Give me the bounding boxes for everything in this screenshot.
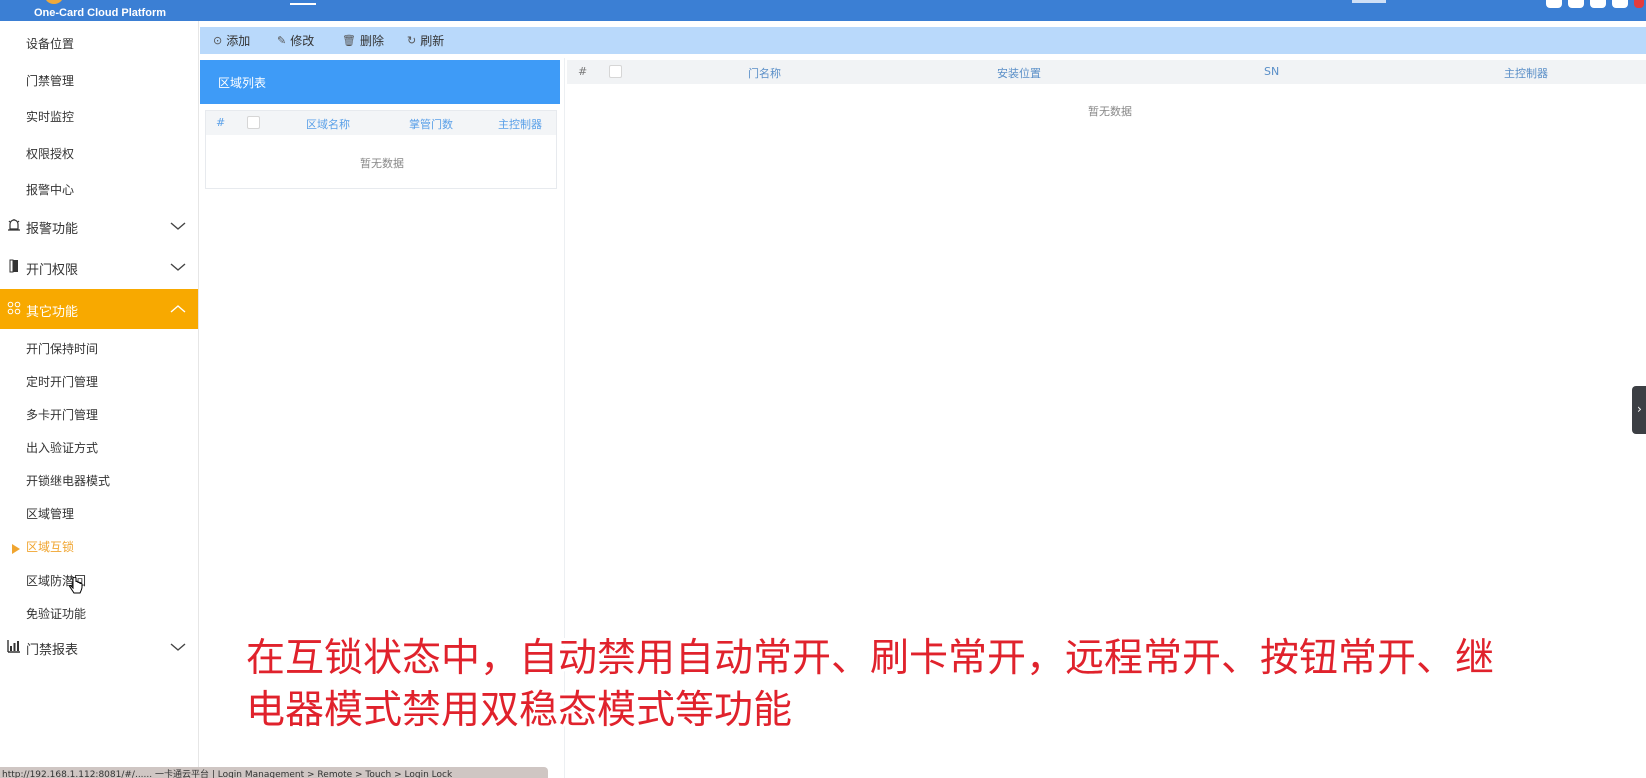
col-index: # (578, 65, 588, 78)
sidebar-item-relay-mode[interactable]: 开锁继电器模式 (26, 472, 110, 489)
area-list-title: 区域列表 (218, 76, 267, 90)
sidebar-item-timed-open[interactable]: 定时开门管理 (26, 373, 98, 390)
sidebar-group-other-functions[interactable]: 其它功能 (0, 289, 198, 329)
select-all-checkbox[interactable] (247, 116, 260, 129)
grid-icon (7, 301, 21, 315)
sidebar-group-label: 开门权限 (26, 263, 79, 278)
sidebar-item-access-verify-mode[interactable]: 出入验证方式 (26, 439, 98, 456)
sidebar-group-access-reports[interactable]: 门禁报表 (0, 627, 198, 667)
brand-logo-icon (44, 0, 64, 4)
sidebar-item-verify-free[interactable]: 免验证功能 (26, 605, 86, 622)
video-subtitle: 在互锁状态中，自动禁用自动常开、刷卡常开，远程常开、按钮常开、继 电器模式禁用双… (246, 633, 1566, 737)
help-icon[interactable] (1568, 0, 1584, 8)
col-area-name[interactable]: 区域名称 (306, 116, 350, 132)
add-button-label: 添加 (226, 34, 251, 48)
chevron-right-icon: › (1637, 402, 1642, 416)
area-table-header: # 区域名称 掌管门数 主控制器 (206, 111, 556, 135)
hand-cursor-icon (69, 577, 83, 594)
top-nav-active-indicator (290, 3, 316, 5)
trash-icon: 🗑 (342, 34, 356, 47)
sidebar-item-permission-grant[interactable]: 权限授权 (26, 145, 74, 162)
subtitle-line-2: 电器模式禁用双稳态模式等功能 (246, 688, 793, 733)
sidebar-item-area-interlock[interactable]: 区域互锁 (26, 538, 74, 555)
action-toolbar: ⊙ 添加 ✎ 修改 🗑 删除 ↻ 刷新 (200, 27, 1646, 54)
sidebar-item-device-location[interactable]: 设备位置 (26, 35, 74, 52)
col-sn[interactable]: SN (1264, 65, 1279, 78)
pencil-icon: ✎ (277, 34, 287, 47)
add-button[interactable]: ⊙ 添加 (213, 32, 250, 49)
sidebar: 设备位置 门禁管理 实时监控 权限授权 报警中心 报警功能 开门权限 其它功能 … (0, 21, 199, 778)
subtitle-line-1: 在互锁状态中，自动禁用自动常开、刷卡常开，远程常开、按钮常开、继 (246, 636, 1495, 681)
chevron-down-icon (170, 259, 186, 273)
sidebar-item-realtime-monitor[interactable]: 实时监控 (26, 108, 74, 125)
user-name-truncated[interactable] (1352, 0, 1386, 3)
status-url: http://192.168.1.112:8081/#/...... 一卡通云平… (2, 770, 453, 778)
browser-status-bar: http://192.168.1.112:8081/#/...... 一卡通云平… (0, 767, 548, 778)
delete-button[interactable]: 🗑 删除 (342, 32, 384, 49)
sidebar-group-label: 其它功能 (26, 305, 79, 320)
sidebar-group-label: 门禁报表 (26, 643, 79, 658)
sidebar-item-access-management[interactable]: 门禁管理 (26, 72, 74, 89)
sidebar-item-open-hold-time[interactable]: 开门保持时间 (26, 340, 98, 357)
side-panel-toggle[interactable]: › (1632, 386, 1646, 434)
chevron-down-icon (170, 218, 186, 232)
col-door-count[interactable]: 掌管门数 (409, 116, 453, 132)
refresh-icon: ↻ (407, 34, 417, 47)
bar-chart-icon (7, 639, 21, 653)
select-all-checkbox[interactable] (609, 65, 622, 78)
logout-icon[interactable] (1634, 0, 1644, 8)
col-main-controller[interactable]: 主控制器 (1504, 65, 1548, 81)
chevron-down-icon (170, 639, 186, 653)
edit-button-label: 修改 (290, 34, 315, 48)
sidebar-group-label: 报警功能 (26, 222, 79, 237)
col-door-name[interactable]: 门名称 (748, 65, 781, 81)
sidebar-item-alarm-center[interactable]: 报警中心 (26, 181, 74, 198)
col-install-location[interactable]: 安装位置 (997, 65, 1041, 81)
sidebar-item-area-management[interactable]: 区域管理 (26, 505, 74, 522)
chevron-up-icon (170, 301, 186, 315)
lock-icon[interactable] (1612, 0, 1628, 8)
sidebar-group-door-permission[interactable]: 开门权限 (0, 247, 198, 287)
fullscreen-icon[interactable] (1546, 0, 1562, 8)
brand-name: One-Card Cloud Platform (34, 7, 167, 19)
door-table-header: # 门名称 安装位置 SN 主控制器 (567, 60, 1646, 84)
message-icon[interactable] (1590, 0, 1606, 8)
area-list-header: 区域列表 (200, 60, 560, 104)
top-header-bar: One-Card Cloud Platform (0, 0, 1646, 21)
delete-button-label: 删除 (359, 34, 384, 48)
alarm-icon (7, 218, 21, 232)
edit-button[interactable]: ✎ 修改 (277, 32, 314, 49)
refresh-button-label: 刷新 (420, 34, 445, 48)
top-toolbar-icons (1546, 0, 1646, 8)
plus-circle-icon: ⊙ (213, 34, 223, 47)
area-table: # 区域名称 掌管门数 主控制器 暂无数据 (205, 110, 557, 189)
sidebar-item-multi-card-open[interactable]: 多卡开门管理 (26, 406, 98, 423)
refresh-button[interactable]: ↻ 刷新 (407, 32, 444, 49)
col-index: # (216, 116, 226, 129)
door-table-empty-text: 暂无数据 (1088, 105, 1132, 118)
sidebar-group-alarm-functions[interactable]: 报警功能 (0, 206, 198, 246)
col-main-controller[interactable]: 主控制器 (498, 116, 542, 132)
area-table-empty-text: 暂无数据 (360, 157, 404, 170)
active-caret-icon (12, 544, 20, 554)
door-icon (7, 259, 21, 273)
